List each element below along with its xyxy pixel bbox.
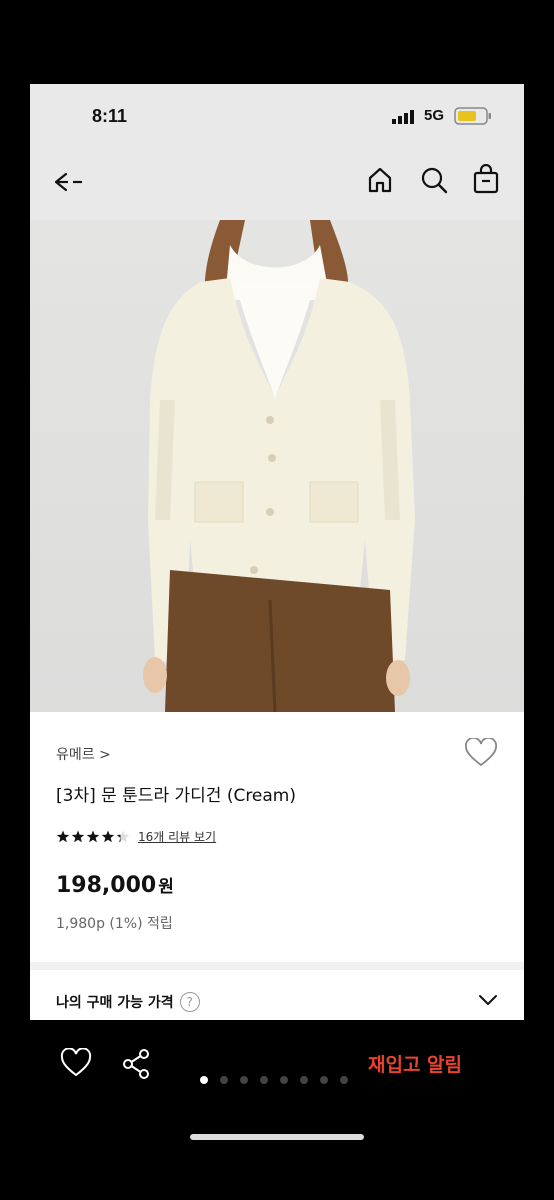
- battery-icon: [454, 107, 491, 125]
- page-dot: [240, 1076, 248, 1084]
- brand-link[interactable]: 유메르 >: [56, 744, 111, 764]
- chevron-down-icon[interactable]: [478, 994, 498, 1006]
- price-value: 198,000: [56, 873, 157, 898]
- help-icon[interactable]: ?: [179, 992, 200, 1012]
- app-screen: 8:11 5G 유메르 > [3차] 문 툰드라 가디건 (Cream) 16개…: [30, 84, 524, 1020]
- page-dot: [320, 1076, 328, 1084]
- product-image[interactable]: [30, 220, 524, 712]
- product-title: [3차] 문 툰드라 가디건 (Cream): [56, 786, 297, 806]
- page-dot: [340, 1076, 348, 1084]
- page-dot: [220, 1076, 228, 1084]
- product-price: 198,000 원: [56, 872, 174, 898]
- reward-points: 1,980p (1%) 적립: [56, 916, 173, 932]
- star-filled-icon: [56, 830, 70, 843]
- page-dot: [260, 1076, 268, 1084]
- restock-alert-button[interactable]: 재입고 알림: [368, 1050, 462, 1077]
- network-label: 5G: [424, 107, 445, 124]
- search-icon[interactable]: [420, 166, 448, 194]
- page-dot: [280, 1076, 288, 1084]
- share-icon[interactable]: [120, 1048, 152, 1080]
- home-indicator[interactable]: [190, 1134, 364, 1140]
- my-price-label: 나의 구매 가능 가격: [56, 995, 174, 1011]
- section-divider: [30, 962, 524, 970]
- status-bar: 8:11 5G: [30, 84, 524, 144]
- back-arrow-icon[interactable]: [52, 170, 84, 194]
- star-filled-icon: [86, 830, 100, 843]
- status-time: 8:11: [92, 106, 128, 126]
- review-link[interactable]: 16개 리뷰 보기: [138, 828, 216, 845]
- star-filled-icon: [71, 830, 85, 843]
- heart-icon[interactable]: [464, 738, 498, 768]
- rating-stars: [56, 830, 130, 843]
- shopping-bag-icon[interactable]: [472, 164, 500, 194]
- my-price-row[interactable]: 나의 구매 가능 가격 ?: [56, 992, 200, 1012]
- star-filled-icon: [101, 830, 115, 843]
- page-dot: [300, 1076, 308, 1084]
- signal-icon: [392, 110, 414, 124]
- price-unit: 원: [158, 877, 174, 897]
- top-nav-bar: [30, 144, 524, 220]
- page-indicator: [200, 1076, 348, 1084]
- page-dot: [200, 1076, 208, 1084]
- heart-icon[interactable]: [60, 1048, 92, 1078]
- product-photo-illustration: [143, 220, 415, 712]
- home-icon[interactable]: [366, 166, 394, 194]
